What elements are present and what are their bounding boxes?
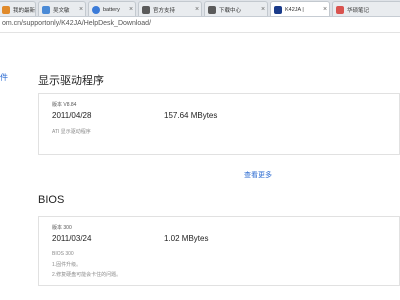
- tab-3[interactable]: battery ×: [88, 1, 136, 16]
- url-text[interactable]: om.cn/supportonly/K42JA/HelpDesk_Downloa…: [2, 20, 151, 27]
- tab-6-active[interactable]: K42JA | ×: [270, 1, 330, 16]
- tab-7[interactable]: 华硕笔记: [332, 1, 400, 16]
- close-icon[interactable]: ×: [193, 6, 201, 13]
- tab-4[interactable]: 官方支持 ×: [138, 1, 202, 16]
- version-label: 版本 300: [52, 225, 72, 231]
- tab-5[interactable]: 下载中心 ×: [204, 1, 268, 16]
- bios-description-line: 1.固件升级。: [52, 262, 82, 268]
- tab-title: 吴文敏: [53, 7, 70, 14]
- close-icon[interactable]: ×: [77, 6, 85, 13]
- tab-2[interactable]: 吴文敏 ×: [38, 1, 86, 16]
- browser-tab-strip: 我的最新 吴文敏 × battery × 官方支持 × 下载中心 × K42JA…: [0, 0, 400, 17]
- driver-card: 版本 V8.84 2011/04/28 157.64 MBytes ATI 显示…: [38, 93, 400, 155]
- section-title-bios: BIOS: [38, 194, 65, 206]
- file-size[interactable]: 1.02 MBytes: [164, 234, 208, 243]
- page-icon: [142, 5, 150, 14]
- address-bar[interactable]: om.cn/supportonly/K42JA/HelpDesk_Downloa…: [0, 17, 400, 33]
- file-size[interactable]: 157.64 MBytes: [164, 111, 217, 120]
- version-label: 版本 V8.84: [52, 102, 77, 108]
- page-icon: [2, 5, 10, 14]
- tab-title: 下载中心: [219, 7, 242, 14]
- release-date: 2011/03/24: [52, 234, 92, 243]
- zhihu-icon: [336, 5, 344, 14]
- show-more-link[interactable]: 查看更多: [244, 170, 272, 180]
- tab-1[interactable]: 我的最新: [0, 1, 36, 16]
- close-icon[interactable]: ×: [127, 6, 135, 13]
- tab-title: 华硕笔记: [347, 7, 370, 14]
- tab-title: 官方支持: [153, 7, 176, 14]
- close-icon[interactable]: ×: [259, 6, 267, 13]
- close-icon[interactable]: ×: [321, 6, 329, 13]
- page-icon: [42, 5, 50, 14]
- driver-description: ATI 显示驱动程序: [52, 129, 91, 135]
- page-icon: [208, 5, 216, 14]
- tab-title: battery: [103, 6, 120, 13]
- release-date: 2011/04/28: [52, 111, 92, 120]
- section-title-display-driver: 显示驱动程序: [38, 75, 104, 87]
- search-icon: [92, 5, 100, 14]
- bios-description-line: 2.修复硬盘可能会卡住的问题。: [52, 272, 122, 278]
- tab-title: 我的最新: [13, 7, 35, 14]
- sidebar-link-fragment[interactable]: 件: [0, 72, 8, 83]
- bios-card: 版本 300 2011/03/24 1.02 MBytes BIOS 300 1…: [38, 216, 400, 286]
- tab-title: K42JA |: [285, 6, 304, 13]
- asus-icon: [274, 5, 282, 14]
- bios-description-line: BIOS 300: [52, 251, 74, 257]
